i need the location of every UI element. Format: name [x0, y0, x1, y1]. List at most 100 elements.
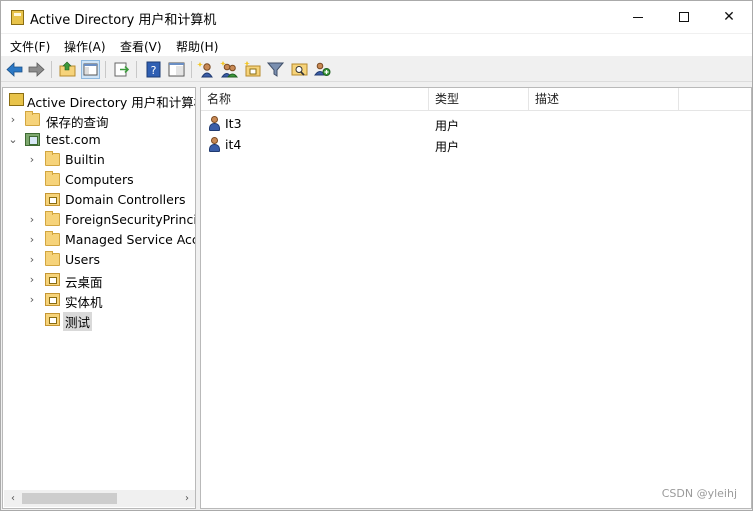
add-to-group-icon	[314, 62, 331, 76]
title-bar[interactable]: Active Directory 用户和计算机 ✕	[1, 1, 752, 33]
list-item[interactable]: It3 用户	[201, 113, 751, 134]
domain-icon	[25, 133, 40, 146]
column-header-name[interactable]: 名称	[201, 88, 429, 111]
folder-icon	[45, 231, 60, 246]
list-item-type: 用户	[435, 140, 460, 154]
maximize-button[interactable]	[661, 1, 707, 33]
tree-item-computers[interactable]: Computers	[3, 170, 195, 190]
tree-item-label: Computers	[65, 172, 134, 187]
export-list-icon	[114, 62, 130, 77]
scroll-left-icon[interactable]: ‹	[6, 492, 20, 505]
chevron-right-icon[interactable]: ›	[27, 274, 37, 286]
tree-item-domain[interactable]: ⌄ test.com	[3, 130, 195, 150]
properties-view-button[interactable]	[167, 60, 186, 79]
show-console-tree-icon	[83, 63, 98, 76]
tree-item-foreign-security-principals[interactable]: › ForeignSecurityPrincipa	[3, 210, 195, 230]
forward-arrow-icon	[28, 62, 45, 77]
scrollbar-thumb[interactable]	[22, 493, 117, 504]
svg-text:?: ?	[151, 64, 157, 77]
new-group-button[interactable]	[220, 60, 239, 79]
tree-item-domain-controllers[interactable]: Domain Controllers	[3, 190, 195, 210]
tree-item-cloud-desktop[interactable]: › 云桌面	[3, 270, 195, 290]
maximize-icon	[679, 12, 689, 22]
properties-view-icon	[168, 62, 185, 77]
up-folder-icon	[59, 61, 76, 77]
watermark: CSDN @yleihj	[661, 487, 737, 500]
chevron-right-icon[interactable]: ›	[27, 154, 37, 166]
tree-item-label: 测试	[63, 312, 93, 331]
tree-item-managed-service-accounts[interactable]: › Managed Service Acco	[3, 230, 196, 250]
new-group-icon	[220, 61, 239, 78]
menu-view[interactable]: 查看(V)	[120, 38, 162, 55]
user-icon	[208, 116, 221, 131]
menu-file[interactable]: 文件(F)	[10, 38, 50, 55]
console-tree[interactable]: Active Directory 用户和计算机 › 保存的查询 ⌄ test.c…	[2, 87, 196, 509]
tree-item-label: ForeignSecurityPrincipa	[65, 212, 195, 227]
menu-help[interactable]: 帮助(H)	[176, 38, 218, 55]
ou-icon	[45, 313, 60, 326]
new-user-icon	[197, 62, 213, 78]
column-header-type[interactable]: 类型	[429, 88, 529, 111]
toolbar-separator	[105, 61, 106, 78]
add-to-group-button[interactable]	[313, 60, 332, 79]
tree-item-label: 保存的查询	[46, 115, 109, 130]
forward-button[interactable]	[27, 60, 46, 79]
tree-root-label: Active Directory 用户和计算机	[27, 95, 196, 110]
mmc-window: Active Directory 用户和计算机 ✕ 文件(F) 操作(A) 查看…	[0, 0, 753, 511]
tree-item-label: Domain Controllers	[65, 192, 186, 207]
ou-icon	[45, 293, 60, 306]
chevron-right-icon[interactable]: ›	[27, 254, 37, 266]
minimize-button[interactable]	[615, 1, 661, 33]
chevron-right-icon[interactable]: ›	[27, 234, 37, 246]
back-arrow-icon	[6, 62, 23, 77]
toolbar-separator	[51, 61, 52, 78]
new-user-button[interactable]	[197, 60, 216, 79]
tree-item-label: Managed Service Acco	[65, 232, 196, 247]
chevron-down-icon[interactable]: ⌄	[8, 134, 18, 146]
toolbar: ?	[1, 57, 752, 82]
ad-app-icon	[11, 10, 24, 25]
filter-icon	[266, 62, 285, 77]
close-icon: ✕	[723, 9, 735, 25]
user-icon	[208, 137, 221, 152]
find-button[interactable]	[290, 60, 309, 79]
find-icon	[291, 63, 308, 76]
back-button[interactable]	[5, 60, 24, 79]
scroll-right-icon[interactable]: ›	[180, 492, 194, 505]
tree-item-builtin[interactable]: › Builtin	[3, 150, 195, 170]
menu-action[interactable]: 操作(A)	[64, 38, 106, 55]
up-button[interactable]	[58, 60, 77, 79]
tree-item-saved-queries[interactable]: › 保存的查询	[3, 110, 195, 130]
filter-button[interactable]	[266, 60, 285, 79]
tree-root[interactable]: Active Directory 用户和计算机	[3, 90, 196, 110]
tree-item-test-ou[interactable]: 测试	[3, 310, 195, 331]
close-button[interactable]: ✕	[706, 1, 752, 33]
help-button[interactable]: ?	[144, 60, 163, 79]
tree-item-label: 云桌面	[65, 275, 103, 290]
tree-item-label: test.com	[46, 132, 101, 147]
menu-bar: 文件(F) 操作(A) 查看(V) 帮助(H)	[1, 34, 752, 56]
console-tree-button[interactable]	[81, 60, 100, 79]
tree-item-physical-machines[interactable]: › 实体机	[3, 290, 195, 310]
toolbar-separator	[136, 61, 137, 78]
ou-icon	[45, 273, 60, 286]
list-item[interactable]: it4 用户	[201, 134, 751, 155]
new-ou-button[interactable]	[243, 60, 262, 79]
help-icon: ?	[146, 61, 161, 78]
chevron-right-icon[interactable]: ›	[27, 214, 37, 226]
list-item-name: it4	[225, 137, 242, 152]
tree-horizontal-scrollbar[interactable]: ‹ ›	[4, 490, 195, 507]
tree-item-label: Builtin	[65, 152, 105, 167]
export-list-button[interactable]	[112, 60, 131, 79]
ou-icon	[45, 193, 60, 206]
chevron-right-icon[interactable]: ›	[8, 114, 18, 126]
column-header-description[interactable]: 描述	[529, 88, 679, 111]
toolbar-separator	[191, 61, 192, 78]
tree-item-users[interactable]: › Users	[3, 250, 195, 270]
window-title: Active Directory 用户和计算机	[30, 13, 217, 28]
chevron-right-icon[interactable]: ›	[27, 294, 37, 306]
tree-item-label: 实体机	[65, 295, 103, 310]
new-ou-icon	[244, 61, 261, 77]
list-item-name: It3	[225, 116, 242, 131]
details-list[interactable]: 名称 类型 描述 It3 用户 it4 用户 CSDN @yleihj	[200, 87, 752, 509]
